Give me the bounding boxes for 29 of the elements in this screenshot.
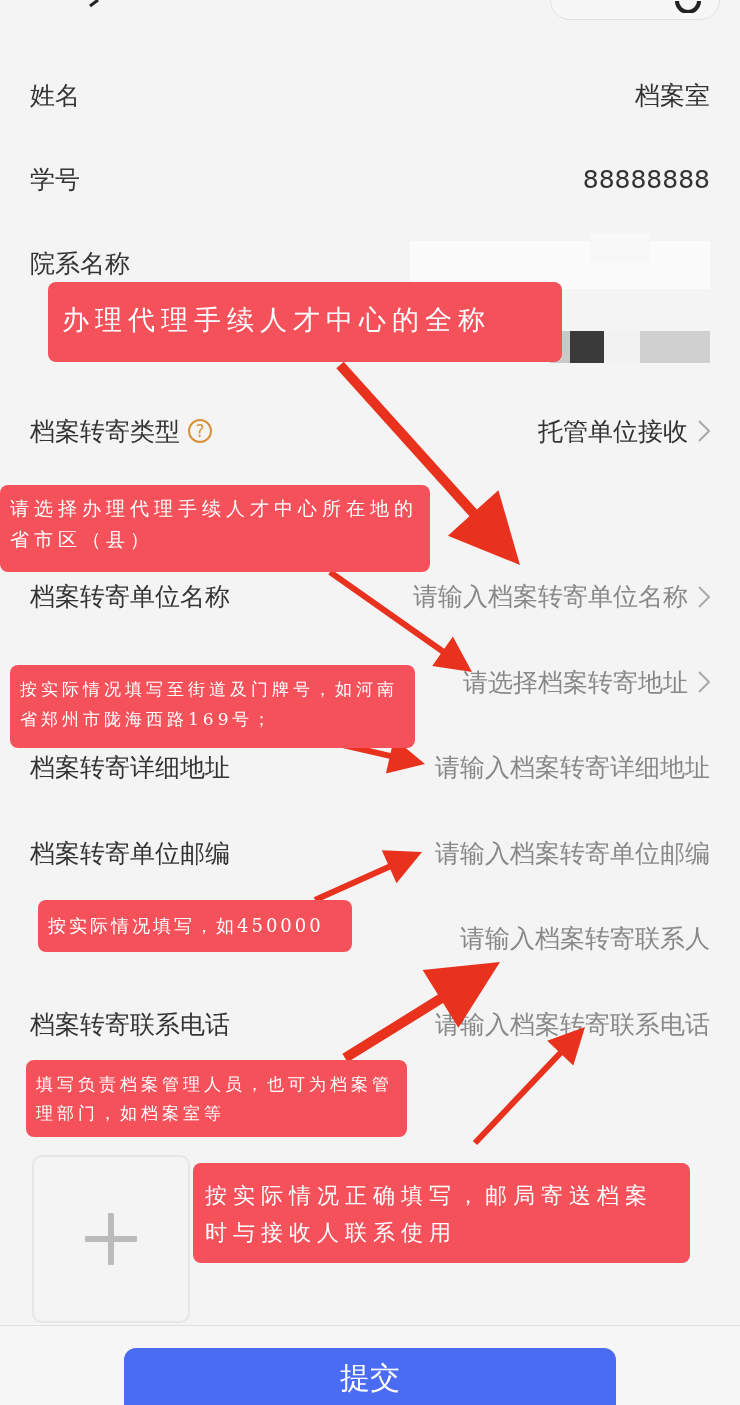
select-field[interactable]: 请输入档案转寄单位名称 [413, 580, 688, 614]
annotation-callout: 办理代理手续人才中心的全称 [48, 282, 562, 362]
chevron-icon [698, 671, 710, 694]
chevron-icon [698, 585, 710, 608]
submit-button[interactable]: 提交 [124, 1348, 616, 1405]
field-label: 院系名称 [30, 247, 130, 280]
annotation-callout: 填写负责档案管理人员，也可为档案管理部门，如档案室等 [26, 1060, 407, 1137]
field-label: 档案转寄单位邮编 [30, 837, 230, 870]
annotation-callout: 按实际情况填写至街道及门牌号，如河南省郑州市陇海西路169号； [10, 665, 415, 748]
input-field[interactable]: 请输入档案转寄联系人 [410, 924, 710, 954]
field-label: 姓名 [30, 79, 80, 112]
field-value: 档案室 [635, 79, 710, 112]
input-field[interactable]: 请输入档案转寄单位邮编 [410, 838, 710, 868]
chevron-icon [698, 420, 710, 442]
select-value[interactable]: 托管单位接收 [538, 414, 688, 448]
field-label: 档案转寄类型 [30, 415, 180, 448]
select-field[interactable]: 请选择档案转寄地址 [463, 665, 688, 699]
help-icon[interactable]: ? [188, 419, 212, 443]
annotation-callout: 按实际情况正确填写，邮局寄送档案时与接收人联系使用 [193, 1163, 690, 1263]
plus-icon [85, 1213, 137, 1265]
field-value: 88888888 [582, 164, 710, 194]
annotation-callout: 按实际情况填写，如450000 [38, 900, 352, 952]
close-icon[interactable] [675, 1, 701, 13]
field-label: 档案转寄详细地址 [30, 752, 230, 785]
field-label: 档案转寄联系电话 [30, 1008, 230, 1041]
field-label: 档案转寄单位名称 [30, 581, 230, 614]
input-field[interactable]: 请输入档案转寄详细地址 [410, 753, 710, 783]
annotation-callout: 请选择办理代理手续人才中心所在地的省市区（县） [0, 485, 430, 572]
field-label: 学号 [30, 163, 80, 196]
